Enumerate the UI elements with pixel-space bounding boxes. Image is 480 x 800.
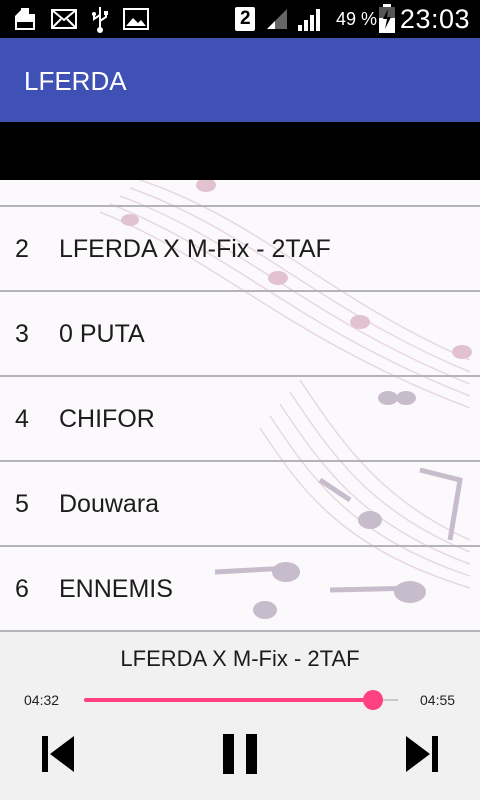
previous-icon bbox=[40, 734, 76, 779]
image-icon bbox=[122, 0, 150, 38]
pause-button[interactable] bbox=[218, 733, 262, 780]
pause-icon bbox=[221, 733, 259, 780]
signal-icon-2 bbox=[296, 0, 324, 38]
track-title: ENNEMIS bbox=[59, 575, 173, 603]
track-number: 3 bbox=[15, 320, 29, 348]
usb-icon bbox=[88, 0, 112, 38]
track-row[interactable]: 3 0 PUTA bbox=[0, 292, 480, 377]
battery-percent: 49 % bbox=[336, 9, 378, 29]
mail-icon bbox=[50, 0, 78, 38]
seek-bar-progress bbox=[84, 698, 373, 702]
total-time: 04:55 bbox=[420, 692, 456, 708]
track-row[interactable]: 4 CHIFOR bbox=[0, 377, 480, 462]
track-row[interactable]: 5 Douwara bbox=[0, 462, 480, 547]
track-row[interactable]: 2 LFERDA X M-Fix - 2TAF bbox=[0, 207, 480, 292]
signal-icon-1 bbox=[264, 0, 290, 38]
clock: 23:03 bbox=[399, 4, 470, 34]
track-row[interactable]: 6 ENNEMIS bbox=[0, 547, 480, 632]
track-title: Douwara bbox=[59, 490, 160, 518]
next-button[interactable] bbox=[400, 734, 444, 778]
player-panel: LFERDA X M-Fix - 2TAF 04:32 04:55 bbox=[0, 632, 480, 800]
seek-bar-thumb[interactable] bbox=[362, 690, 383, 710]
elapsed-time: 04:32 bbox=[24, 692, 60, 708]
seek-bar[interactable] bbox=[84, 690, 398, 710]
track-title: LFERDA X M-Fix - 2TAF bbox=[59, 235, 331, 263]
track-list-area[interactable]: 2 LFERDA X M-Fix - 2TAF 3 0 PUTA 4 CHIFO… bbox=[0, 180, 480, 632]
track-number: 4 bbox=[15, 405, 29, 433]
page-title: LFERDA bbox=[24, 66, 127, 96]
ad-banner-area bbox=[0, 122, 480, 180]
previous-button[interactable] bbox=[36, 734, 80, 778]
status-bar: 2 49 % 23:03 bbox=[0, 0, 480, 38]
track-number: 2 bbox=[15, 235, 29, 263]
battery-charging-icon bbox=[376, 0, 398, 38]
track-number: 6 bbox=[15, 575, 29, 603]
app-bar: LFERDA bbox=[0, 38, 480, 122]
next-icon bbox=[404, 734, 440, 779]
sd-card-icon bbox=[12, 0, 38, 38]
track-number: 5 bbox=[15, 490, 29, 518]
now-playing-title: LFERDA X M-Fix - 2TAF bbox=[120, 646, 360, 671]
track-title: 0 PUTA bbox=[59, 320, 145, 348]
sim-number: 2 bbox=[240, 8, 251, 29]
track-title: CHIFOR bbox=[59, 405, 155, 433]
